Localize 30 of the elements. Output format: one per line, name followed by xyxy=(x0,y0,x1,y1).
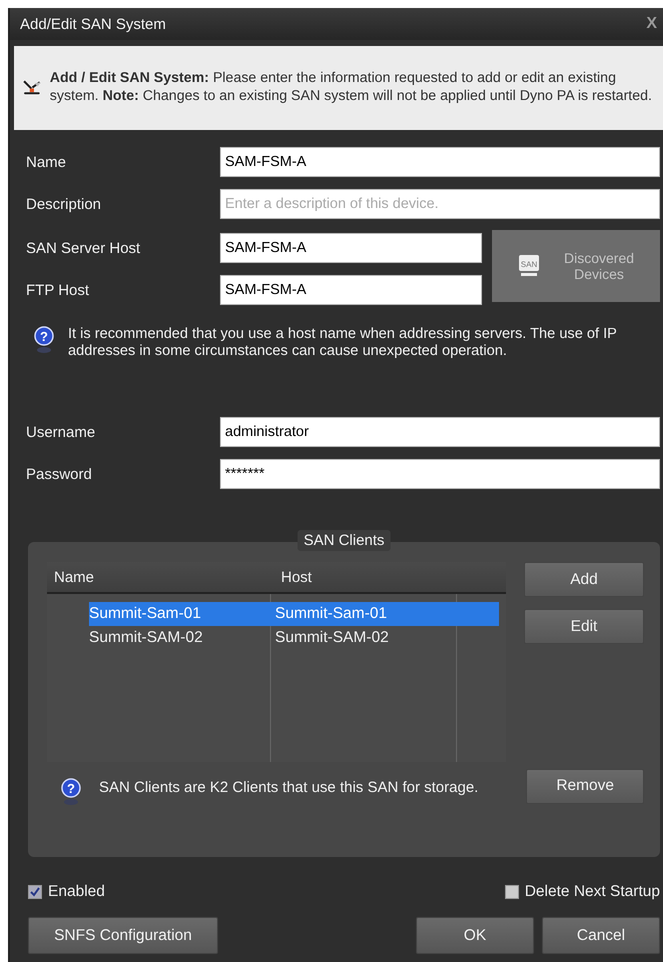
window-title: Add/Edit SAN System xyxy=(20,16,166,32)
text-field[interactable]: administrator xyxy=(220,417,660,447)
text-field[interactable]: ******* xyxy=(220,459,660,489)
field-label: Description xyxy=(26,196,102,212)
remove-button[interactable]: Remove xyxy=(526,768,644,804)
action-button[interactable]: Edit xyxy=(524,609,644,644)
field-label: FTP Host xyxy=(26,282,90,298)
column-header[interactable]: Host xyxy=(274,568,501,586)
info-text: SAN Clients are K2 Clients that use this SAN for storage. xyxy=(99,778,478,798)
banner-text: Add / Edit SAN System: Please enter the information requested to add or edit an existing system. Note: Changes to an existing SAN system will not be applied until Dyno PA is restarted. xyxy=(50,69,653,105)
dialog-button[interactable]: Cancel xyxy=(542,917,660,954)
text-field[interactable]: SAM-FSM-A xyxy=(220,147,660,177)
text-field[interactable]: SAM-FSM-A xyxy=(220,233,482,263)
field-label: Username xyxy=(26,424,96,440)
info-text: It is recommended that you use a host name when addressing servers. The use of IP addresses in some circumstances can cause unexpected operation. xyxy=(68,326,618,360)
field-label: Password xyxy=(26,466,93,482)
column-header[interactable]: Name xyxy=(47,568,274,586)
field-label: SAN Server Host xyxy=(26,240,142,256)
action-button[interactable]: Add xyxy=(524,562,644,597)
checkbox[interactable]: Delete Next Startup xyxy=(504,881,660,903)
list-row[interactable]: Summit-SAM-02 Summit-SAM-02 xyxy=(89,626,499,650)
text-field[interactable]: SAM-FSM-A xyxy=(220,275,482,305)
dialog-button[interactable]: OK xyxy=(416,917,534,954)
dialog-button[interactable]: SNFS Configuration xyxy=(28,917,218,954)
close-button[interactable]: X xyxy=(646,15,657,33)
text-field[interactable]: Enter a description of this device. xyxy=(220,189,660,219)
checkbox[interactable]: Enabled xyxy=(28,881,105,903)
field-label: Name xyxy=(26,154,68,170)
group-title: SAN Clients xyxy=(298,530,390,551)
list-row[interactable]: Summit-Sam-01 Summit-Sam-01 xyxy=(89,602,499,626)
